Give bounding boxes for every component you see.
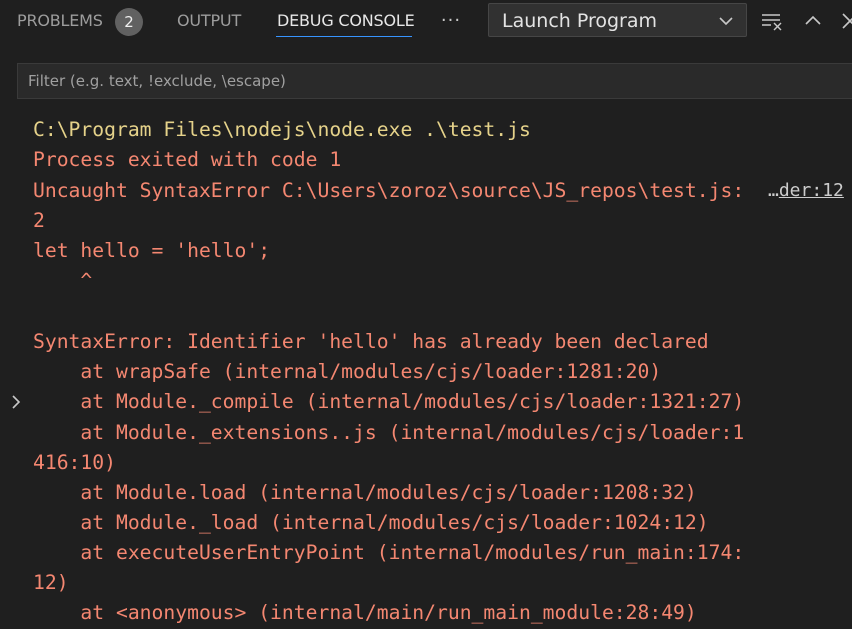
console-line: 12) (33, 571, 69, 594)
source-link-text: der:12 (778, 180, 844, 201)
close-icon[interactable] (838, 9, 852, 33)
console-line: Process exited with code 1 (33, 148, 342, 171)
console-line: SyntaxError: Identifier 'hello' has alre… (33, 330, 709, 353)
console-line: at Module._load (internal/modules/cjs/lo… (33, 511, 709, 534)
console-filter (17, 63, 852, 99)
source-link-ellipsis: … (768, 180, 779, 201)
chevron-right-icon[interactable] (8, 393, 24, 411)
console-line: at Module._compile (internal/modules/cjs… (33, 390, 745, 413)
tab-debug-console[interactable]: DEBUG CONSOLE (277, 11, 415, 30)
console-line: ^ (33, 269, 93, 292)
console-line: Uncaught SyntaxError C:\Users\zoroz\sour… (33, 179, 745, 202)
console-line: 416:10) (33, 451, 116, 474)
console-output: C:\Program Files\nodejs\node.exe .\test.… (0, 115, 852, 629)
launch-config-label: Launch Program (502, 10, 658, 32)
console-line: C:\Program Files\nodejs\node.exe .\test.… (33, 118, 531, 141)
console-line: at <anonymous> (internal/main/run_main_m… (33, 601, 697, 624)
console-line: at wrapSafe (internal/modules/cjs/loader… (33, 360, 662, 383)
chevron-down-icon (719, 17, 733, 26)
launch-config-select[interactable]: Launch Program (488, 3, 747, 37)
problems-count-badge: 2 (115, 8, 143, 36)
active-tab-indicator (276, 36, 412, 37)
console-line: at executeUserEntryPoint (internal/modul… (33, 541, 745, 564)
panel-tab-bar: PROBLEMS 2 OUTPUT DEBUG CONSOLE ··· Laun… (0, 0, 852, 44)
clear-console-icon[interactable] (760, 9, 784, 33)
ellipsis-icon[interactable]: ··· (436, 8, 466, 34)
chevron-up-icon[interactable] (801, 9, 825, 33)
console-line: 2 (33, 209, 45, 232)
tab-output[interactable]: OUTPUT (177, 11, 241, 30)
console-line: at Module._extensions..js (internal/modu… (33, 421, 745, 444)
console-line: at Module.load (internal/modules/cjs/loa… (33, 481, 697, 504)
tab-problems[interactable]: PROBLEMS (17, 11, 103, 30)
source-location-link[interactable]: …der:12 (768, 176, 844, 206)
console-line: let hello = 'hello'; (33, 239, 271, 262)
filter-input[interactable] (18, 64, 852, 98)
